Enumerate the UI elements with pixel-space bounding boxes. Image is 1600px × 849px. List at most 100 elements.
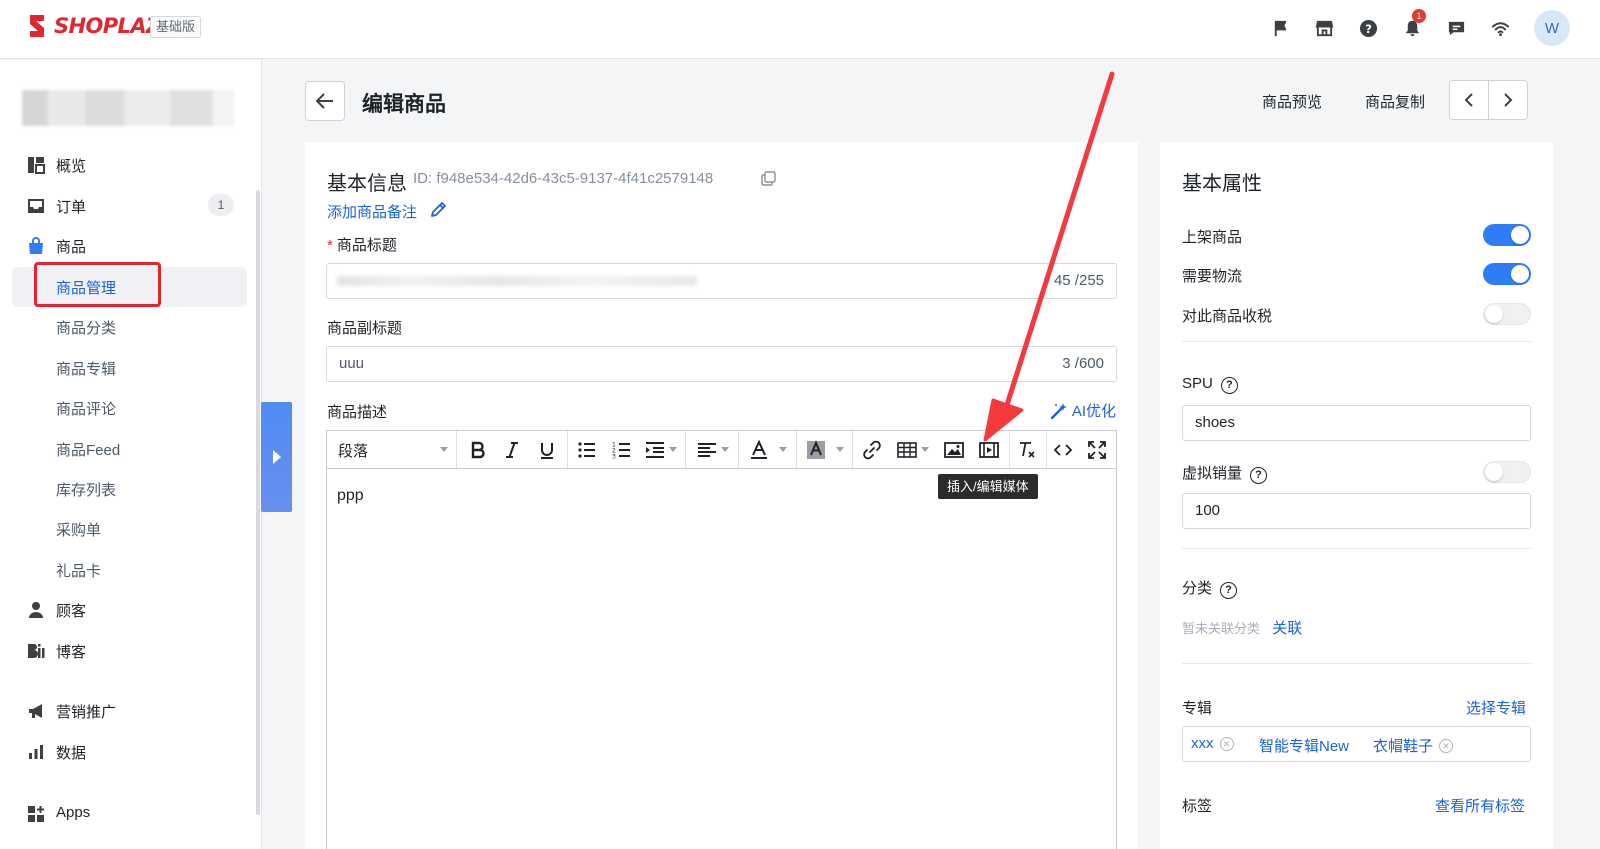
close-icon[interactable]: ✕ — [1219, 736, 1234, 751]
italic-button[interactable] — [499, 431, 525, 468]
insert-media-button[interactable] — [974, 431, 1004, 468]
sidebar-item-analytics[interactable]: 数据 — [0, 732, 262, 772]
pencil-icon[interactable] — [429, 201, 447, 219]
align-button[interactable] — [693, 431, 733, 468]
toolbar-separator — [738, 431, 739, 468]
expand-panel-tab[interactable] — [261, 402, 292, 512]
add-remark-link[interactable]: 添加商品备注 — [327, 201, 417, 222]
top-icons: ? 1 W — [1258, 9, 1570, 46]
sidebar-item-marketing[interactable]: 营销推广 — [0, 691, 262, 731]
store-name-blurred[interactable] — [22, 90, 234, 126]
chevron-left-icon — [1464, 93, 1473, 107]
insert-media-tooltip: 插入/编辑媒体 — [938, 474, 1038, 499]
table-button[interactable] — [893, 431, 933, 468]
ai-optimize-button[interactable]: AI优化 — [1050, 400, 1116, 421]
sidebar-subitem-label: 商品专辑 — [56, 361, 117, 378]
link-category-button[interactable]: 关联 — [1272, 620, 1302, 637]
collections-input[interactable]: xxx ✕ 智能专辑New 衣帽鞋子 ✕ — [1182, 726, 1531, 762]
collection-chip[interactable]: 智能专辑New — [1259, 735, 1349, 756]
back-button[interactable] — [305, 81, 345, 121]
virtual-sales-toggle[interactable] — [1483, 461, 1531, 483]
copy-icon[interactable] — [761, 171, 776, 186]
virtual-sales-value: 100 — [1195, 502, 1221, 519]
divider — [1182, 341, 1531, 342]
sidebar-item-apps[interactable]: Apps — [0, 794, 262, 834]
store-icon[interactable] — [1302, 10, 1346, 46]
indent-icon — [646, 441, 664, 458]
title-label-text: 商品标题 — [336, 237, 397, 254]
title-input[interactable]: 45 /255 — [326, 263, 1117, 299]
indent-button[interactable] — [643, 431, 679, 468]
chevron-down-icon — [836, 447, 844, 452]
avatar[interactable]: W — [1534, 10, 1570, 46]
shipping-toggle[interactable] — [1483, 263, 1531, 285]
publish-toggle[interactable] — [1483, 224, 1531, 246]
svg-text:3: 3 — [612, 453, 616, 460]
code-icon — [1053, 443, 1073, 456]
fullscreen-button[interactable] — [1082, 431, 1112, 468]
help-icon[interactable]: ? — [1346, 10, 1390, 46]
dashboard-icon — [28, 157, 45, 174]
help-icon[interactable]: ? — [1220, 582, 1238, 599]
bullet-list-button[interactable] — [572, 431, 602, 468]
chevron-down-icon — [921, 447, 929, 452]
sidebar-item-overview[interactable]: 概览 — [0, 145, 262, 185]
underline-button[interactable] — [534, 431, 560, 468]
collection-chip[interactable]: 衣帽鞋子 ✕ — [1373, 735, 1454, 756]
link-button[interactable] — [857, 431, 887, 468]
next-product-button[interactable] — [1489, 81, 1527, 119]
sidebar-subitem-label: 商品Feed — [56, 442, 121, 459]
spu-label-text: SPU — [1182, 375, 1213, 392]
bold-button[interactable] — [465, 431, 491, 468]
chat-icon[interactable] — [1434, 10, 1478, 46]
sidebar-item-customers[interactable]: 顾客 — [0, 590, 262, 630]
sidebar-scrollbar[interactable] — [256, 190, 260, 815]
subtitle-input[interactable]: uuu 3 /600 — [326, 346, 1117, 382]
sidebar-item-label: 博客 — [56, 644, 87, 661]
collection-chip-label: xxx — [1191, 735, 1214, 752]
sidebar-item-products[interactable]: 商品 — [0, 226, 262, 266]
tax-toggle[interactable] — [1483, 303, 1531, 325]
sidebar-subitem-reviews[interactable]: 商品评论 — [12, 388, 247, 428]
product-duplicate-button[interactable]: 商品复制 — [1365, 91, 1425, 112]
virtual-sales-input[interactable]: 100 — [1182, 493, 1531, 529]
sidebar-subitem-categories[interactable]: 商品分类 — [12, 307, 247, 347]
sidebar-item-label: Apps — [56, 804, 91, 821]
collection-chip[interactable]: xxx ✕ — [1191, 735, 1234, 752]
sidebar-subitem-purchase-orders[interactable]: 采购单 — [12, 509, 247, 549]
sidebar-item-orders[interactable]: 订单 1 — [0, 186, 262, 226]
sidebar-item-blog[interactable]: 博客 — [0, 631, 262, 671]
numbered-list-button[interactable]: 123 — [607, 431, 637, 468]
publish-label: 上架商品 — [1182, 229, 1243, 246]
attributes-panel: 基本属性 上架商品 需要物流 对此商品收税 SPU? shoes 虚拟销量? 1… — [1160, 142, 1553, 849]
title-value-blurred — [337, 276, 697, 286]
text-color-button[interactable] — [745, 431, 791, 468]
view-all-tags-link[interactable]: 查看所有标签 — [1435, 795, 1525, 816]
title-label: * 商品标题 — [327, 234, 397, 255]
sidebar-subitem-feed[interactable]: 商品Feed — [12, 429, 247, 469]
table-icon — [897, 441, 917, 458]
help-icon[interactable]: ? — [1250, 467, 1268, 484]
product-preview-button[interactable]: 商品预览 — [1262, 91, 1322, 112]
paragraph-format-select[interactable]: 段落 — [327, 431, 457, 468]
background-color-button[interactable] — [802, 431, 848, 468]
select-collections-link[interactable]: 选择专辑 — [1466, 697, 1526, 718]
close-icon[interactable]: ✕ — [1439, 738, 1454, 753]
spu-input[interactable]: shoes — [1182, 405, 1531, 441]
image-button[interactable] — [939, 431, 969, 468]
editor-content[interactable]: ppp — [337, 487, 364, 505]
wifi-icon[interactable] — [1478, 10, 1522, 46]
clear-formatting-button[interactable] — [1012, 431, 1042, 468]
sidebar-subitem-gift-cards[interactable]: 礼品卡 — [12, 550, 247, 590]
source-code-button[interactable] — [1047, 431, 1079, 468]
previous-product-button[interactable] — [1450, 81, 1489, 119]
sidebar-subitem-collections[interactable]: 商品专辑 — [12, 348, 247, 388]
shipping-label: 需要物流 — [1182, 268, 1243, 285]
underline-icon — [541, 442, 553, 459]
toggle-knob — [1511, 226, 1529, 244]
product-pager — [1449, 80, 1528, 120]
help-icon[interactable]: ? — [1220, 377, 1238, 394]
flag-icon[interactable] — [1258, 10, 1302, 46]
bell-icon[interactable]: 1 — [1390, 9, 1434, 46]
sidebar-subitem-inventory[interactable]: 库存列表 — [12, 469, 247, 509]
